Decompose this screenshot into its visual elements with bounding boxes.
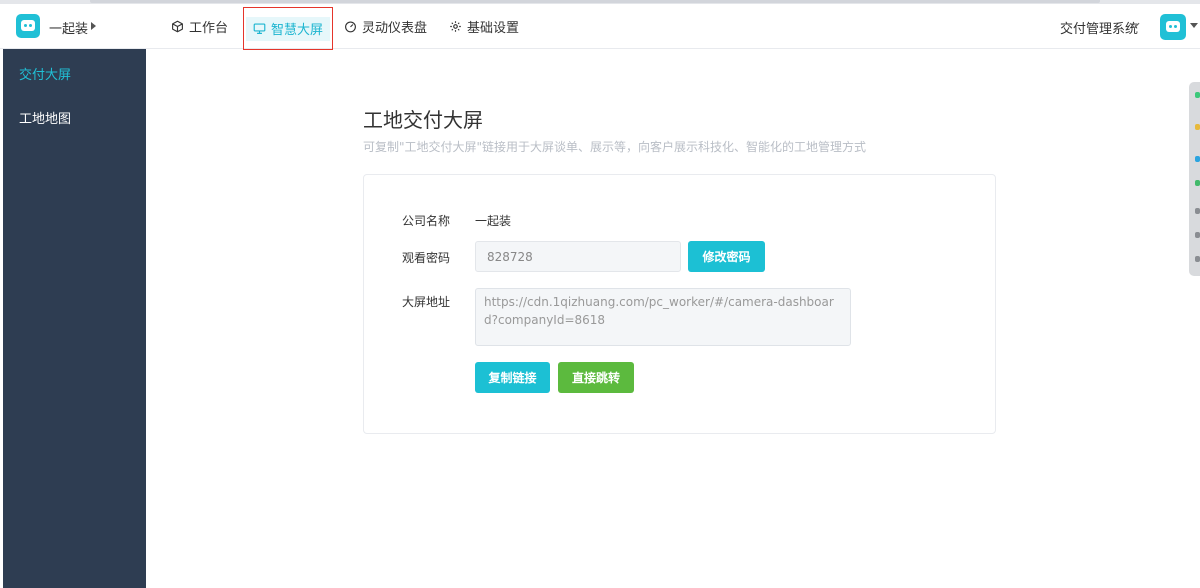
caret-right-icon[interactable] (91, 22, 96, 30)
floating-side-toolbar[interactable] (1189, 82, 1200, 276)
arrow-icon[interactable] (1195, 180, 1200, 186)
company-name-value: 一起装 (475, 214, 512, 228)
top-scrollbar[interactable] (90, 0, 1100, 3)
speedometer-icon (345, 21, 356, 33)
password-field[interactable]: 828728 (475, 241, 681, 272)
refresh-icon[interactable] (1195, 156, 1200, 162)
page-subtitle: 可复制"工地交付大屏"链接用于大屏谈单、展示等，向客户展示科技化、智能化的工地管… (363, 140, 867, 154)
cube-icon (172, 20, 183, 33)
top-header: 一起装 工作台 智慧大屏 灵动仪表盘 基础设置 交付管理系统 (0, 4, 1200, 50)
sidebar: 交付大屏 工地地图 (3, 49, 146, 588)
sidebar-item-delivery-screen[interactable]: 交付大屏 (19, 64, 71, 83)
system-switcher[interactable]: 交付管理系统 (1060, 18, 1138, 37)
nav-settings-label: 基础设置 (467, 21, 520, 36)
screen-url-field[interactable]: https://cdn.1qizhuang.com/pc_worker/#/ca… (475, 288, 851, 346)
nav-settings[interactable]: 基础设置 (449, 4, 519, 49)
nav-smart-screen[interactable]: 智慧大屏 (243, 7, 333, 50)
jump-button[interactable]: 直接跳转 (558, 362, 634, 393)
nav-workbench[interactable]: 工作台 (171, 4, 228, 49)
nav-dashboard-label: 灵动仪表盘 (362, 21, 428, 36)
app-logo-icon[interactable] (16, 14, 40, 38)
page-title: 工地交付大屏 (363, 108, 483, 132)
nav-dashboard[interactable]: 灵动仪表盘 (344, 4, 427, 49)
password-label: 观看密码 (402, 251, 451, 265)
copy-link-button[interactable]: 复制链接 (475, 362, 550, 393)
gear-icon (450, 21, 461, 32)
status-dot-icon (1195, 92, 1200, 98)
sidebar-item-site-map[interactable]: 工地地图 (19, 108, 71, 127)
caret-down-icon[interactable] (1190, 23, 1198, 28)
monitor-icon (253, 23, 266, 34)
company-switcher[interactable]: 一起装 (49, 18, 88, 37)
user-avatar[interactable] (1160, 14, 1186, 40)
nav-workbench-label: 工作台 (189, 21, 229, 36)
screen-url-label: 大屏地址 (402, 295, 451, 309)
company-name-label: 公司名称 (402, 214, 451, 228)
nav-smart-screen-label: 智慧大屏 (270, 23, 323, 38)
info-dot-icon[interactable] (1195, 232, 1200, 238)
settings-dot-icon[interactable] (1195, 208, 1200, 214)
modify-password-button[interactable]: 修改密码 (688, 241, 765, 272)
star-icon[interactable] (1195, 124, 1200, 130)
more-dot-icon[interactable] (1195, 256, 1200, 262)
